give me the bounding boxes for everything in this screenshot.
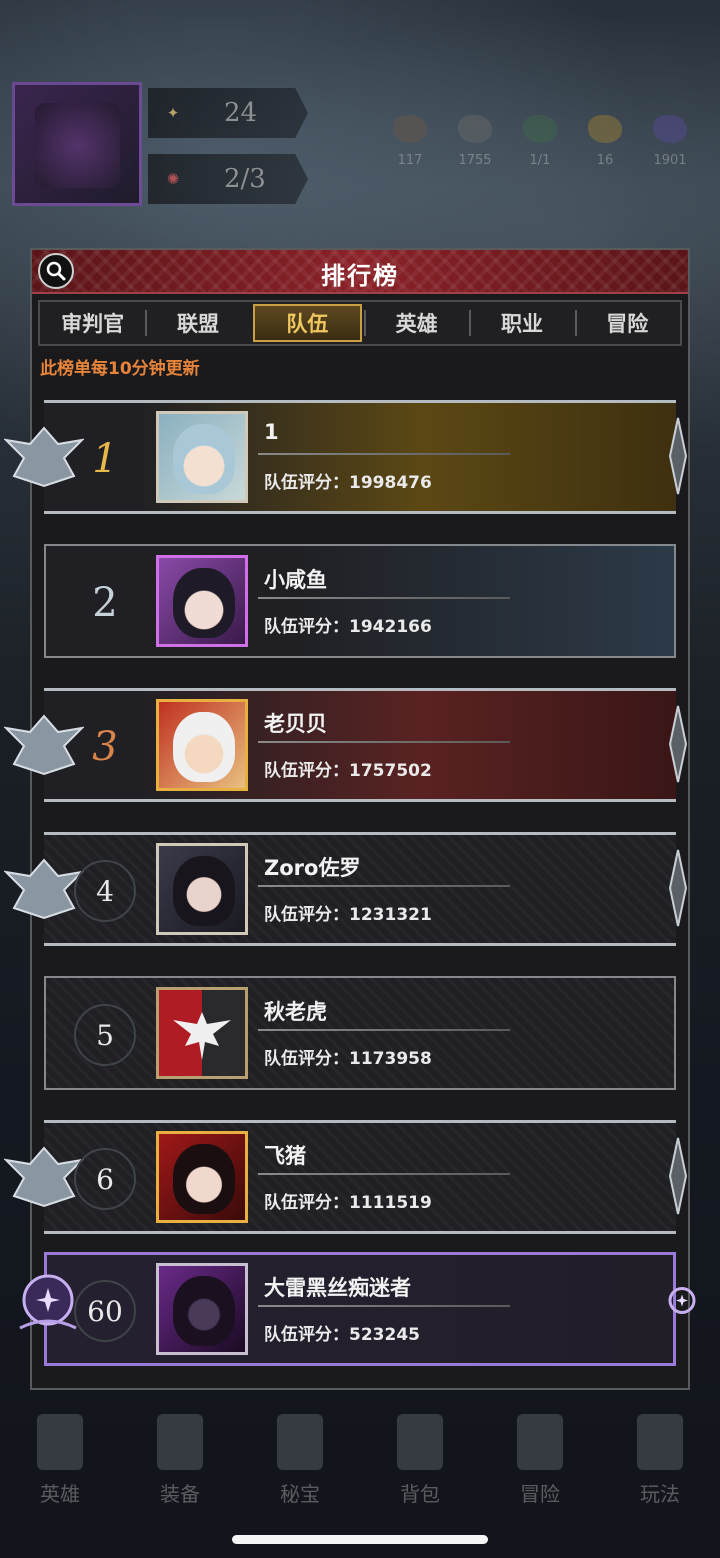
tab-alliance[interactable]: 联盟 [145, 302, 250, 344]
resource-item[interactable]: 1901 [640, 115, 700, 168]
nav-heroes[interactable]: 英雄 [15, 1413, 105, 1507]
tab-team[interactable]: 队伍 [252, 304, 362, 342]
ranking-row[interactable]: 2 小咸鱼 队伍评分：1942166 [32, 542, 688, 660]
player-avatar[interactable] [12, 82, 142, 206]
level-badge: ✦ 24 [148, 88, 308, 138]
gold-icon [588, 115, 622, 143]
player-portrait[interactable] [156, 1131, 248, 1223]
team-score: 队伍评分：1111519 [264, 1193, 432, 1213]
player-name: 秋老虎 [264, 1000, 327, 1024]
ranking-row[interactable]: 5 秋老虎 队伍评分：1173958 [32, 974, 688, 1092]
gem-icon [653, 115, 687, 143]
ranking-row[interactable]: 4 Zoro佐罗 队伍评分：1231321 [4, 830, 688, 948]
update-notice: 此榜单每10分钟更新 [40, 359, 200, 379]
ranking-row[interactable]: 3 老贝贝 队伍评分：1757502 [4, 686, 688, 804]
eagle-emblem-icon [173, 1012, 231, 1060]
panel-title: 排行榜 [321, 262, 399, 290]
crystal-icon [523, 115, 557, 143]
winged-emblem-icon [4, 858, 84, 920]
team-score: 队伍评分：523245 [264, 1325, 420, 1345]
player-portrait[interactable] [156, 987, 248, 1079]
team-score: 队伍评分：1998476 [264, 473, 432, 493]
resource-item[interactable]: 117 [380, 115, 440, 168]
sword-icon [668, 849, 688, 927]
nav-adventure[interactable]: 冒险 [495, 1413, 585, 1507]
bag-icon [397, 1413, 443, 1470]
player-name: 大雷黑丝痴迷者 [264, 1276, 411, 1300]
chalice-icon [277, 1413, 323, 1470]
rank-number: 5 [74, 1004, 136, 1066]
player-portrait[interactable] [156, 411, 248, 503]
hero-icon [37, 1413, 83, 1470]
player-name: 飞猪 [264, 1144, 306, 1168]
sword-icon [668, 417, 688, 495]
nav-treasure[interactable]: 秘宝 [255, 1413, 345, 1507]
ranking-row[interactable]: 1 1 队伍评分：1998476 [4, 398, 688, 516]
gate-icon [637, 1413, 683, 1470]
player-name: 老贝贝 [264, 712, 327, 736]
resource-item[interactable]: 16 [575, 115, 635, 168]
player-portrait[interactable] [156, 843, 248, 935]
rank-number: 2 [92, 580, 118, 626]
bottom-nav: 英雄 装备 秘宝 背包 冒险 玩法 [0, 1390, 720, 1530]
winged-emblem-icon [4, 426, 84, 488]
ore-icon [393, 115, 427, 143]
leaderboard-panel: 排行榜 审判官 联盟 队伍 英雄 职业 冒险 此榜单每10分钟更新 1 1 队伍… [4, 248, 696, 1390]
winged-emblem-icon [4, 1146, 84, 1208]
progress-badge: ✺ 2/3 [148, 154, 308, 204]
sword-icon [668, 1137, 688, 1215]
player-portrait[interactable] [156, 555, 248, 647]
compass-icon: ✦ [166, 104, 180, 122]
level-value: 24 [224, 98, 258, 128]
resource-bar: 117 1755 1/1 16 1901 [380, 115, 700, 168]
player-portrait[interactable] [156, 1263, 248, 1355]
tab-judge[interactable]: 审判官 [40, 302, 145, 344]
sword-icon [157, 1413, 203, 1470]
progress-value: 2/3 [224, 164, 266, 194]
ranking-row[interactable]: 6 飞猪 队伍评分：1111519 [4, 1118, 688, 1236]
emblem-icon: ✺ [166, 170, 180, 188]
rank-number: 3 [92, 724, 118, 770]
team-score: 队伍评分：1757502 [264, 761, 432, 781]
player-name: 1 [264, 420, 279, 444]
nav-gameplay[interactable]: 玩法 [615, 1413, 705, 1507]
tab-bar: 审判官 联盟 队伍 英雄 职业 冒险 [38, 300, 682, 346]
my-ranking-row[interactable]: 60 大雷黑丝痴迷者 队伍评分：523245 [19, 1250, 696, 1368]
tab-hero[interactable]: 英雄 [363, 302, 469, 344]
team-score: 队伍评分：1942166 [264, 617, 432, 637]
winged-emblem-icon [4, 714, 84, 776]
player-name: Zoro佐罗 [264, 856, 361, 880]
stone-icon [458, 115, 492, 143]
resource-item[interactable]: 1/1 [510, 115, 570, 168]
nav-bag[interactable]: 背包 [375, 1413, 465, 1507]
crossed-swords-icon [517, 1413, 563, 1470]
rank-number: 60 [74, 1280, 136, 1342]
rank-number: 1 [92, 436, 118, 482]
rank-number: 6 [74, 1148, 136, 1210]
home-indicator[interactable] [232, 1535, 488, 1544]
rank-number: 4 [74, 860, 136, 922]
panel-header: 排行榜 [32, 250, 688, 294]
nav-equipment[interactable]: 装备 [135, 1413, 225, 1507]
team-score: 队伍评分：1231321 [264, 905, 432, 925]
tab-adventure[interactable]: 冒险 [574, 302, 680, 344]
team-score: 队伍评分：1173958 [264, 1049, 432, 1069]
sword-icon [668, 705, 688, 783]
resource-item[interactable]: 1755 [445, 115, 505, 168]
player-name: 小咸鱼 [264, 568, 327, 592]
player-portrait[interactable] [156, 699, 248, 791]
tab-class[interactable]: 职业 [469, 302, 574, 344]
crescent-moon-icon [668, 1287, 696, 1314]
